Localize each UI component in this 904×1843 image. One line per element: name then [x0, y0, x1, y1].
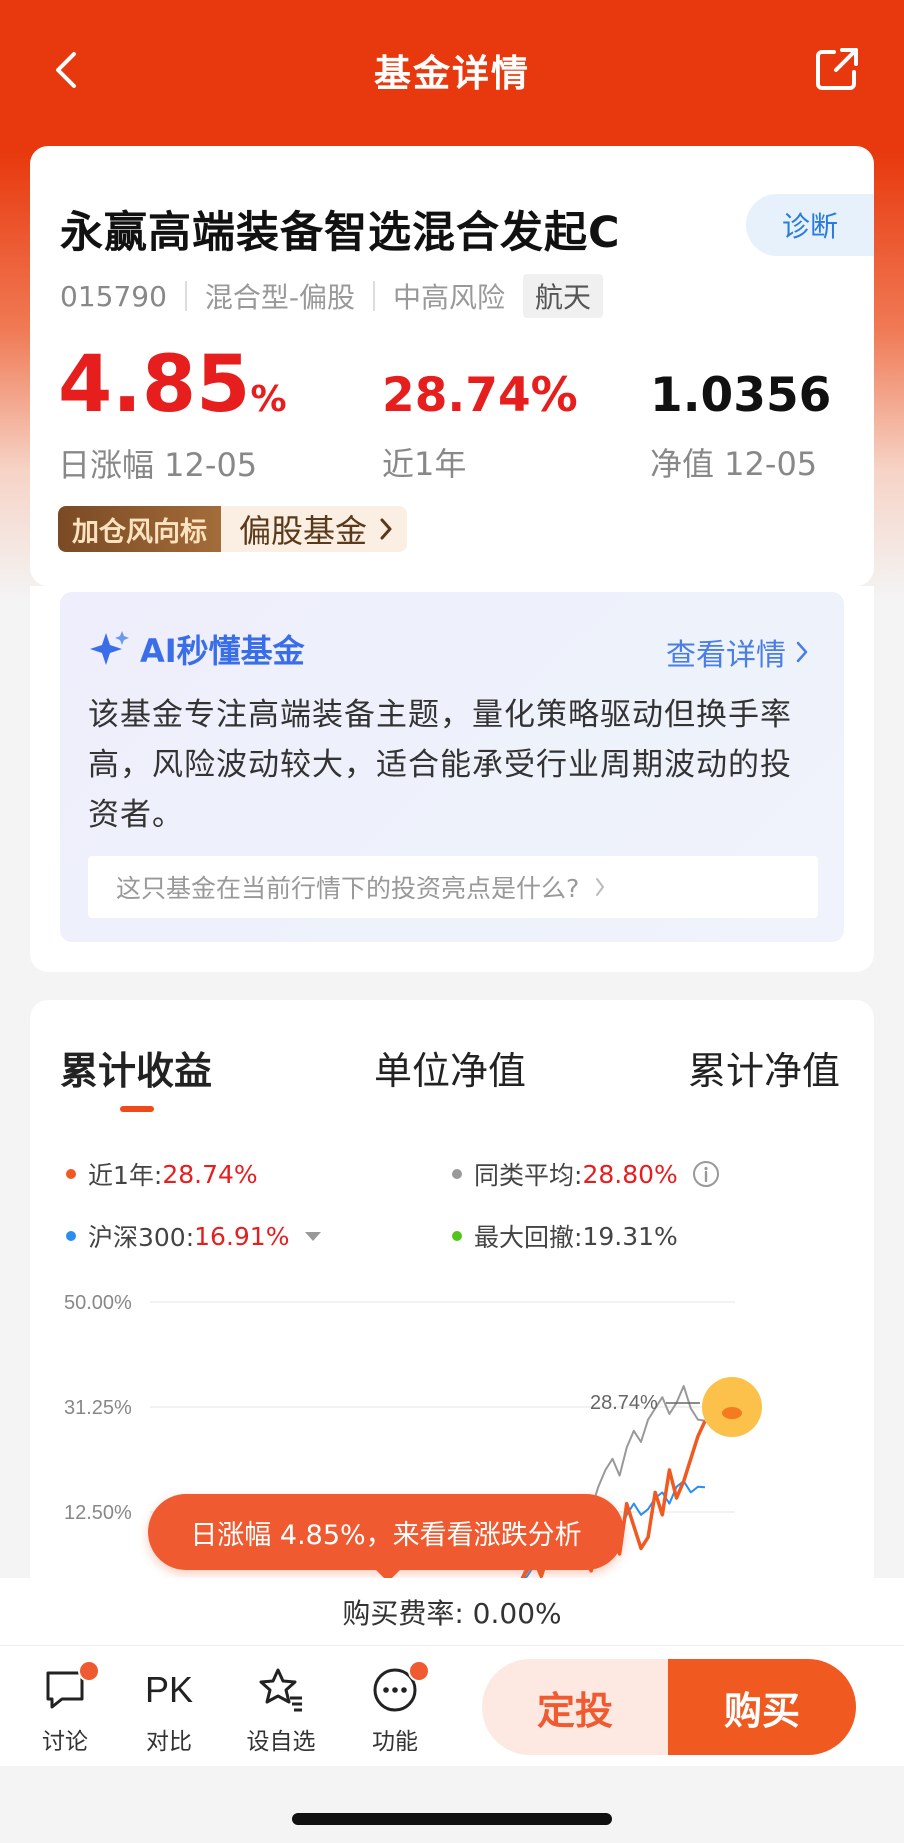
legend-peer: 同类平均: 28.80% [452, 1156, 720, 1192]
legend-fund-label: 近1年: [88, 1161, 163, 1190]
discuss-button[interactable]: 讨论 [20, 1660, 110, 1756]
ai-detail-label: 查看详情 [666, 638, 786, 673]
share-icon[interactable] [812, 44, 862, 94]
compare-button[interactable]: PK 对比 [124, 1664, 214, 1756]
diagnose-button[interactable]: 诊断 [746, 194, 874, 256]
purchase-button-group: 定投 购买 [482, 1659, 856, 1755]
legend-fund: 近1年: 28.74% [66, 1156, 258, 1192]
legend-peer-value: 28.80% [582, 1159, 678, 1189]
nav-stat: 1.0356 净值 12-05 [650, 372, 831, 485]
back-icon[interactable] [44, 46, 92, 94]
buy-button[interactable]: 购买 [668, 1659, 856, 1755]
active-tab-indicator [120, 1106, 154, 1112]
y-tick-label: 12.50% [64, 1502, 132, 1524]
daily-change-unit: % [250, 379, 287, 420]
legend-drawdown-value: 19.31% [582, 1221, 678, 1251]
legend-dot-drawdown [452, 1231, 462, 1241]
wind-tag-category: 偏股基金 [239, 512, 368, 550]
compare-label: 对比 [146, 1729, 192, 1755]
last-value-callout: 28.74% [590, 1392, 658, 1414]
ai-summary-text: 该基金专注高端装备主题，量化策略驱动但换手率高，风险波动较大，适合能承受行业周期… [88, 697, 792, 833]
legend-drawdown: 最大回撤: 19.31% [452, 1218, 678, 1254]
daily-change-analysis-bubble[interactable]: 日涨幅 4.85%，来看看涨跌分析 [148, 1494, 624, 1570]
year-return-stat: 28.74% 近1年 [382, 372, 578, 485]
fund-summary-card: 永赢高端装备智选混合发起C 诊断 015790 混合型-偏股 中高风险 航天 4… [30, 146, 874, 586]
legend-peer-label: 同类平均: [474, 1161, 583, 1190]
daily-change-value: 4.85 [58, 340, 251, 430]
chevron-right-icon [596, 878, 605, 896]
ai-question-prompt[interactable]: 这只基金在当前行情下的投资亮点是什么? [88, 856, 818, 918]
legend-index-label: 沪深300: [88, 1223, 195, 1252]
ai-title-row: AI秒懂基金 [88, 626, 305, 672]
divider [184, 281, 187, 311]
mascot-beak [722, 1407, 742, 1420]
ai-summary-card: AI秒懂基金 查看详情 该基金专注高端装备主题，量化策略驱动但换手率高，风险波动… [30, 586, 874, 972]
year-return-value: 28.74% [382, 368, 578, 423]
fund-risk: 中高风险 [393, 281, 506, 314]
fund-name: 永赢高端装备智选混合发起C [60, 208, 621, 258]
home-indicator-area [0, 1766, 904, 1843]
ai-title: AI秒懂基金 [140, 632, 305, 670]
legend-dot-peer [452, 1169, 462, 1179]
legend-index[interactable]: 沪深300: 16.91% [66, 1218, 322, 1254]
discuss-label: 讨论 [42, 1729, 88, 1755]
chevron-right-icon [380, 518, 392, 540]
fund-type: 混合型-偏股 [204, 281, 355, 314]
watchlist-button[interactable]: 设自选 [236, 1664, 326, 1756]
functions-button[interactable]: 功能 [350, 1660, 440, 1756]
nav-label: 净值 12-05 [650, 445, 818, 483]
tab-cumulative-nav[interactable]: 累计净值 [688, 1040, 840, 1095]
star-list-icon [259, 1668, 302, 1712]
ai-detail-link[interactable]: 查看详情 [666, 630, 808, 674]
ai-question-text: 这只基金在当前行情下的投资亮点是什么? [116, 874, 580, 903]
tab-unit-nav[interactable]: 单位净值 [374, 1040, 526, 1095]
year-return-label: 近1年 [382, 445, 467, 483]
pk-icon: PK [144, 1669, 194, 1710]
wind-indicator-tag[interactable]: 加仓风向标 偏股基金 [58, 506, 408, 552]
home-indicator [292, 1813, 612, 1825]
auto-invest-button[interactable]: 定投 [482, 1659, 668, 1755]
nav-value: 1.0356 [650, 368, 832, 423]
watchlist-label: 设自选 [246, 1729, 316, 1755]
notification-dot [78, 1660, 100, 1682]
y-tick-label: 50.00% [64, 1292, 132, 1314]
purchase-fee-bar: 购买费率: 0.00% [0, 1578, 904, 1646]
top-bar: 基金详情 [0, 30, 904, 110]
fund-meta-row: 015790 混合型-偏股 中高风险 航天 [60, 274, 604, 318]
fund-code: 015790 [60, 279, 167, 313]
caret-down-icon [305, 1231, 322, 1241]
chevron-right-icon [796, 641, 808, 663]
chart-tabs: 累计收益 单位净值 累计净值 [30, 1040, 874, 1120]
notification-dot [408, 1660, 430, 1682]
legend-dot-fund [66, 1169, 76, 1179]
divider [373, 281, 375, 311]
y-tick-label: 31.25% [64, 1397, 132, 1419]
bottom-action-bar: 讨论 PK 对比 设自选 功能 定投 购买 [0, 1646, 904, 1766]
legend-drawdown-label: 最大回撤: [474, 1223, 583, 1252]
legend-dot-index [66, 1231, 76, 1241]
wind-tag-label: 加仓风向标 [58, 506, 221, 552]
daily-change-stat: 4.85% 日涨幅 12-05 [58, 346, 287, 486]
info-icon[interactable] [692, 1160, 720, 1188]
legend-index-value: 16.91% [194, 1221, 290, 1251]
tab-cumulative-return[interactable]: 累计收益 [60, 1040, 212, 1095]
page-title: 基金详情 [374, 52, 530, 95]
sparkle-icon [90, 631, 129, 665]
daily-change-label: 日涨幅 12-05 [58, 446, 258, 484]
ai-summary-box: AI秒懂基金 查看详情 该基金专注高端装备主题，量化策略驱动但换手率高，风险波动… [60, 592, 844, 942]
fund-theme-tag[interactable]: 航天 [523, 274, 604, 318]
functions-label: 功能 [372, 1729, 418, 1755]
legend-fund-value: 28.74% [162, 1159, 258, 1189]
